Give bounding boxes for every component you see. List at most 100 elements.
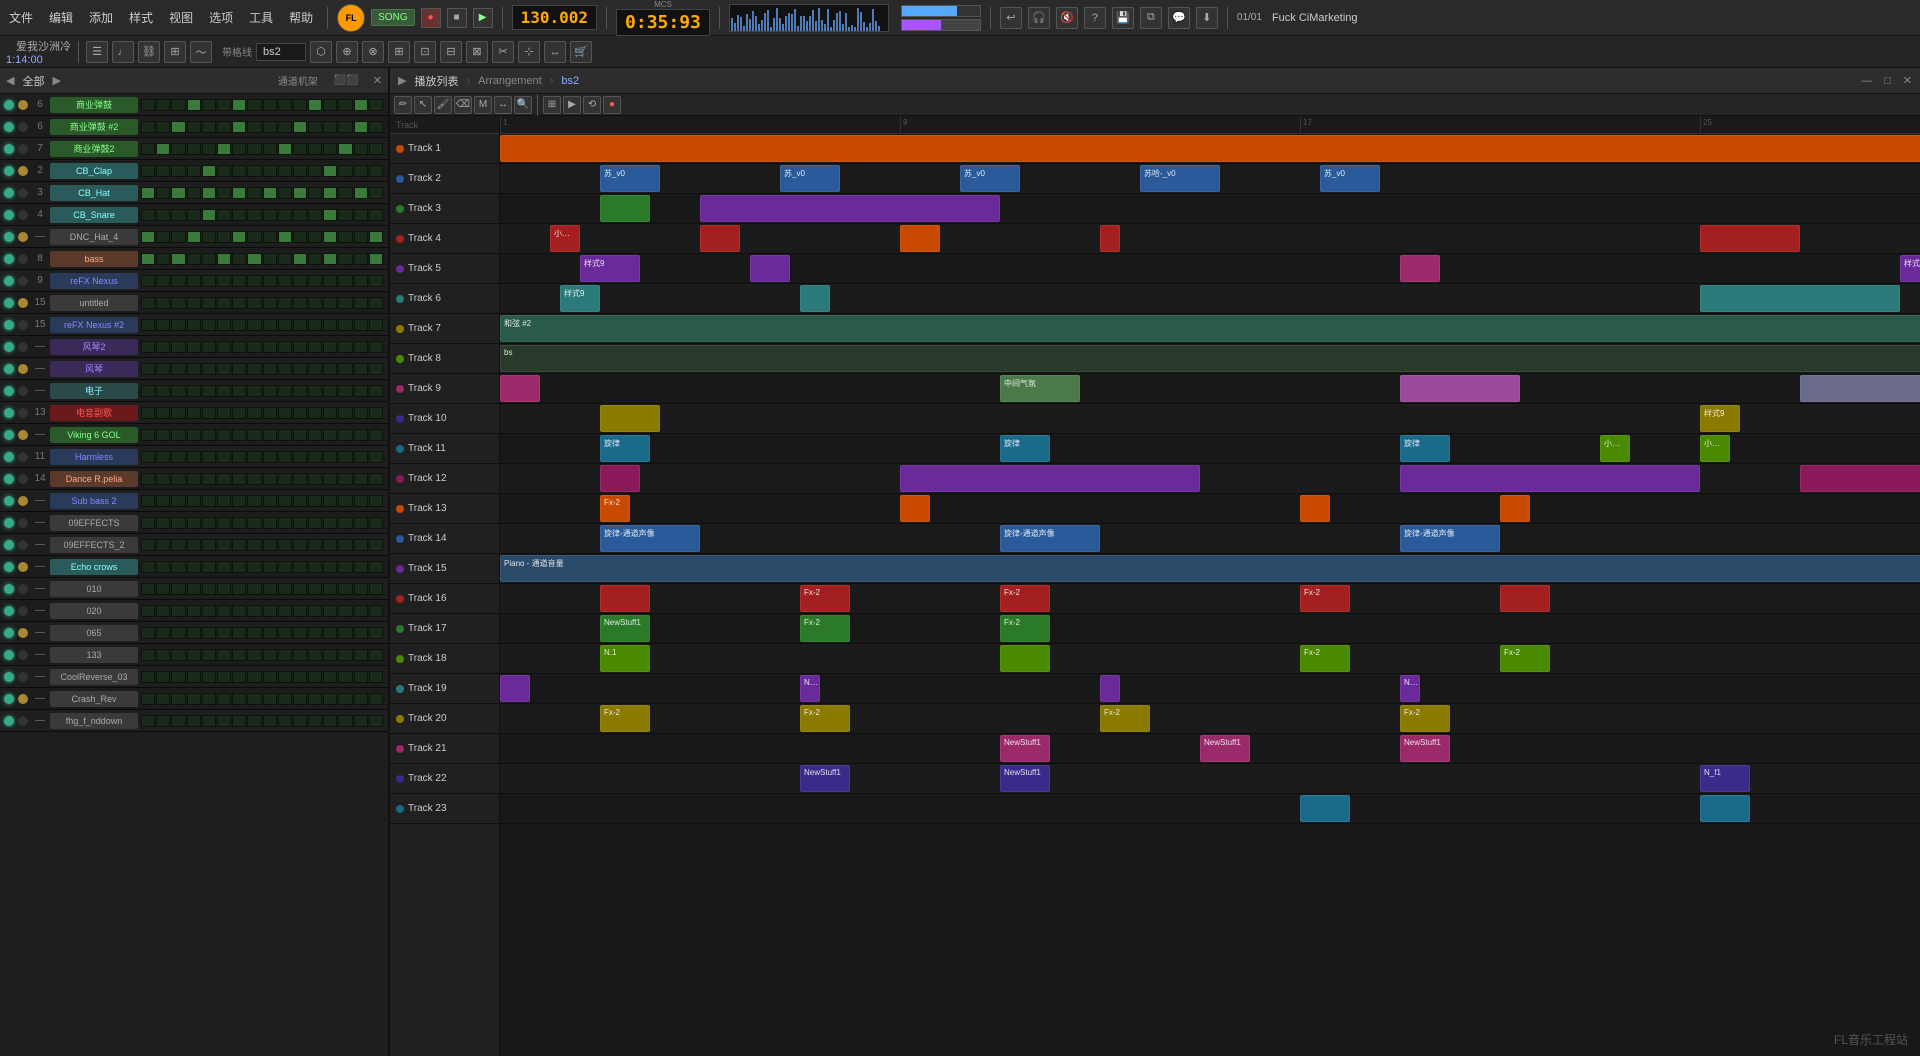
step-pad[interactable] (217, 231, 231, 243)
step-pad[interactable] (202, 495, 216, 507)
step-pad[interactable] (308, 649, 322, 661)
step-pad[interactable] (141, 583, 155, 595)
track-lane[interactable]: 旋律-通道声像旋律-通道声像旋律-通道声像 (500, 524, 1920, 554)
channel-name[interactable]: 09EFFECTS_2 (50, 537, 138, 553)
channel-name[interactable]: 商业弹鼓 #2 (50, 119, 138, 135)
step-pad[interactable] (217, 693, 231, 705)
channel-active-led[interactable] (4, 254, 14, 264)
step-pad[interactable] (217, 99, 231, 111)
step-pad[interactable] (187, 99, 201, 111)
step-pad[interactable] (156, 627, 170, 639)
track-header[interactable]: Track 2 (390, 164, 499, 194)
step-pad[interactable] (338, 209, 352, 221)
channel-mute-led[interactable] (18, 584, 28, 594)
step-pad[interactable] (171, 165, 185, 177)
step-pad[interactable] (323, 583, 337, 595)
step-pad[interactable] (217, 341, 231, 353)
channel-row[interactable]: 6商业弹鼓 #2 (0, 116, 388, 138)
track-lane[interactable]: Fx-2Fx-2Fx-2 (500, 584, 1920, 614)
step-pad[interactable] (247, 517, 261, 529)
arr-play-btn[interactable]: ▶ (563, 96, 581, 114)
channel-name[interactable]: CB_Clap (50, 163, 138, 179)
step-pad[interactable] (369, 649, 383, 661)
clip[interactable] (1000, 645, 1050, 672)
step-pad[interactable] (338, 605, 352, 617)
clip[interactable] (900, 495, 930, 522)
step-pad[interactable] (141, 209, 155, 221)
step-pad[interactable] (354, 671, 368, 683)
step-pad[interactable] (232, 385, 246, 397)
clip[interactable] (1800, 465, 1920, 492)
channel-mute-led[interactable] (18, 298, 28, 308)
step-pad[interactable] (202, 693, 216, 705)
step-pad[interactable] (202, 649, 216, 661)
step-pad[interactable] (247, 715, 261, 727)
channel-name[interactable]: 020 (50, 603, 138, 619)
step-pad[interactable] (202, 539, 216, 551)
step-pad[interactable] (323, 231, 337, 243)
clip[interactable]: Fx-2 (600, 495, 630, 522)
step-pad[interactable] (354, 341, 368, 353)
step-pad[interactable] (156, 407, 170, 419)
step-pad[interactable] (278, 363, 292, 375)
step-pad[interactable] (338, 693, 352, 705)
step-pad[interactable] (247, 495, 261, 507)
clip[interactable]: NewStuff1 (800, 765, 850, 792)
clip[interactable]: 中间气氛 (1000, 375, 1080, 402)
step-pad[interactable] (217, 385, 231, 397)
arr-icon8[interactable]: ✂ (492, 41, 514, 63)
step-pad[interactable] (171, 385, 185, 397)
step-pad[interactable] (278, 319, 292, 331)
step-pad[interactable] (338, 363, 352, 375)
channel-row[interactable]: —Echo crows (0, 556, 388, 578)
step-pad[interactable] (187, 693, 201, 705)
step-pad[interactable] (247, 451, 261, 463)
step-pad[interactable] (369, 231, 383, 243)
arr-icon11[interactable]: 🛒 (570, 41, 592, 63)
step-pad[interactable] (338, 561, 352, 573)
clip[interactable] (1500, 495, 1530, 522)
channel-mute-led[interactable] (18, 188, 28, 198)
menu-style[interactable]: 样式 (124, 7, 158, 28)
bpm-display[interactable]: 130.002 (512, 5, 597, 30)
channel-active-led[interactable] (4, 386, 14, 396)
clip[interactable]: NewStuff1 (1400, 735, 1450, 762)
step-pad[interactable] (278, 451, 292, 463)
step-pad[interactable] (217, 121, 231, 133)
step-pad[interactable] (308, 473, 322, 485)
step-pad[interactable] (323, 429, 337, 441)
step-pad[interactable] (141, 319, 155, 331)
chat-icon[interactable]: 💬 (1168, 7, 1190, 29)
channel-mute-led[interactable] (18, 650, 28, 660)
step-pad[interactable] (141, 363, 155, 375)
step-pad[interactable] (308, 363, 322, 375)
step-pad[interactable] (141, 561, 155, 573)
step-pad[interactable] (217, 583, 231, 595)
step-pad[interactable] (217, 715, 231, 727)
step-pad[interactable] (202, 209, 216, 221)
step-pad[interactable] (308, 451, 322, 463)
step-pad[interactable] (141, 693, 155, 705)
step-pad[interactable] (354, 209, 368, 221)
track-lane[interactable]: 样式9 (500, 404, 1920, 434)
step-pad[interactable] (369, 605, 383, 617)
clip[interactable] (700, 225, 740, 252)
step-pad[interactable] (293, 385, 307, 397)
step-pad[interactable] (263, 165, 277, 177)
step-pad[interactable] (369, 275, 383, 287)
channel-row[interactable]: —020 (0, 600, 388, 622)
arr-icon10[interactable]: ↔ (544, 41, 566, 63)
song-button[interactable]: SONG (371, 9, 414, 26)
cr-nav-left[interactable]: ◀ (6, 74, 14, 87)
clip[interactable] (1700, 285, 1900, 312)
channel-active-led[interactable] (4, 562, 14, 572)
step-pad[interactable] (141, 407, 155, 419)
step-pad[interactable] (293, 583, 307, 595)
step-pad[interactable] (308, 99, 322, 111)
arr-tool-pencil[interactable]: ✏ (394, 96, 412, 114)
step-pad[interactable] (354, 297, 368, 309)
step-pad[interactable] (232, 451, 246, 463)
channel-row[interactable]: —fhg_f_nddown (0, 710, 388, 732)
channel-name[interactable]: 09EFFECTS (50, 515, 138, 531)
channel-mute-led[interactable] (18, 540, 28, 550)
